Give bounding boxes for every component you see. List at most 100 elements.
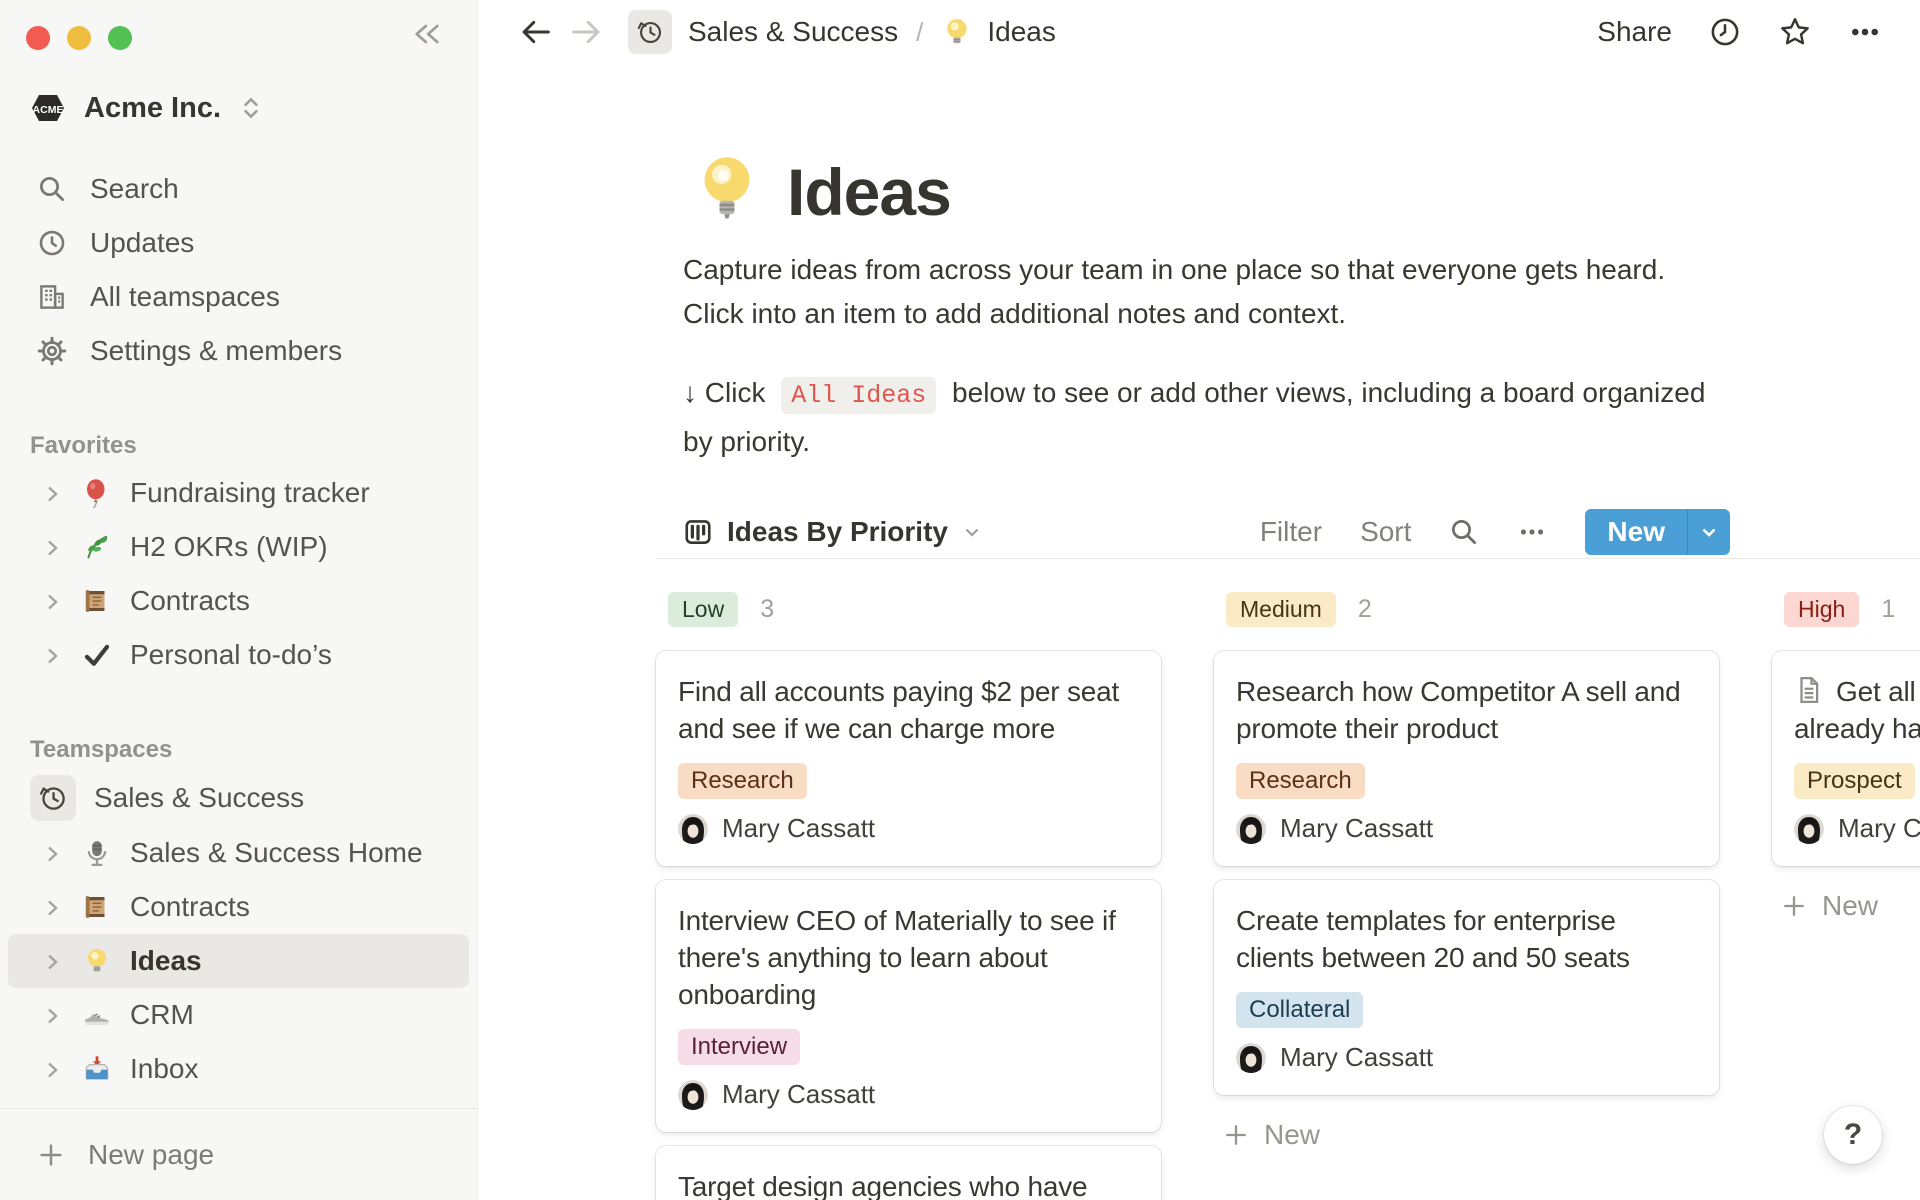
board-card[interactable]: Target design agencies who have xyxy=(656,1146,1161,1200)
sort-button[interactable]: Sort xyxy=(1360,516,1411,548)
sneaker-icon xyxy=(80,998,114,1032)
tag-research[interactable]: Research xyxy=(678,763,807,799)
person-name: Mary Cassatt xyxy=(722,1079,875,1110)
card-title: Create templates for enterprise clients … xyxy=(1236,902,1697,976)
card-title: Interview CEO of Materially to see if th… xyxy=(678,902,1139,1013)
page-title[interactable]: Ideas xyxy=(787,156,951,228)
sidebar-item-label: Contracts xyxy=(130,891,250,923)
add-card-button[interactable]: New xyxy=(1780,886,1920,926)
sidebar-item-personal-todos[interactable]: Personal to-do’s xyxy=(0,628,477,682)
column-header[interactable]: High 1 xyxy=(1784,591,1920,627)
sidebar-item-fundraising-tracker[interactable]: Fundraising tracker xyxy=(0,466,477,520)
zoom-window-button[interactable] xyxy=(108,26,132,50)
priority-pill-high[interactable]: High xyxy=(1784,592,1859,627)
priority-pill-medium[interactable]: Medium xyxy=(1226,592,1336,627)
minimize-window-button[interactable] xyxy=(67,26,91,50)
chevron-down-icon[interactable] xyxy=(1688,520,1730,544)
card-person: Mary Cassatt xyxy=(678,813,1139,844)
search-icon xyxy=(36,173,68,205)
tag-prospect[interactable]: Prospect xyxy=(1794,763,1915,799)
page-callout[interactable]: ↓ Click All Ideas below to see or add ot… xyxy=(683,370,1920,465)
callout-suffix-line-2: by priority. xyxy=(683,426,810,457)
sidebar-top xyxy=(0,0,477,64)
view-name[interactable]: Ideas By Priority xyxy=(727,516,948,548)
card-tags: Research xyxy=(678,763,1139,799)
back-arrow-icon[interactable] xyxy=(518,15,552,49)
updates-clock-icon[interactable] xyxy=(1708,15,1742,49)
board-column-medium: Medium 2 Research how Competitor A sell … xyxy=(1214,591,1719,1155)
history-clock-icon xyxy=(628,10,672,54)
workspace-switcher[interactable]: ACME Acme Inc. xyxy=(0,64,477,128)
sidebar-item-contracts-favorite[interactable]: Contracts xyxy=(0,574,477,628)
more-options-icon[interactable] xyxy=(1848,15,1882,49)
board-card[interactable]: Create templates for enterprise clients … xyxy=(1214,880,1719,1095)
star-icon[interactable] xyxy=(1778,15,1812,49)
sidebar-item-sales-success-home[interactable]: Sales & Success Home xyxy=(0,826,477,880)
board-card[interactable]: Find all accounts paying $2 per seat and… xyxy=(656,651,1161,866)
page-icon xyxy=(1794,675,1824,705)
priority-pill-low[interactable]: Low xyxy=(668,592,738,627)
sidebar: ACME Acme Inc. Search Updates All teamsp… xyxy=(0,0,478,1200)
breadcrumb-separator: / xyxy=(916,17,923,48)
tag-interview[interactable]: Interview xyxy=(678,1029,800,1065)
card-title-line-1: Get all xyxy=(1836,676,1916,707)
building-icon xyxy=(36,281,68,313)
scroll-icon xyxy=(80,584,114,618)
sidebar-item-contracts-teamspace[interactable]: Contracts xyxy=(0,880,477,934)
new-page-button[interactable]: New page xyxy=(0,1108,477,1200)
more-options-icon[interactable] xyxy=(1517,517,1547,547)
sidebar-item-search[interactable]: Search xyxy=(0,162,477,216)
chevron-right-icon[interactable] xyxy=(40,895,64,919)
sidebar-item-updates[interactable]: Updates xyxy=(0,216,477,270)
chevron-down-icon[interactable] xyxy=(960,520,984,544)
search-icon[interactable] xyxy=(1449,517,1479,547)
person-name: Mary Cassatt xyxy=(1280,813,1433,844)
person-name: Mary Cassatt xyxy=(1280,1042,1433,1073)
forward-arrow-icon[interactable] xyxy=(570,15,604,49)
sidebar-item-ideas[interactable]: Ideas xyxy=(8,934,469,988)
sidebar-item-h2-okrs[interactable]: H2 OKRs (WIP) xyxy=(0,520,477,574)
tag-research[interactable]: Research xyxy=(1236,763,1365,799)
sidebar-item-sales-success[interactable]: Sales & Success xyxy=(0,770,477,826)
board-card[interactable]: Interview CEO of Materially to see if th… xyxy=(656,880,1161,1132)
breadcrumb-teamspace[interactable]: Sales & Success xyxy=(688,16,898,48)
help-button[interactable]: ? xyxy=(1824,1106,1882,1164)
chevron-right-icon[interactable] xyxy=(40,1057,64,1081)
card-person: Mary Cassatt xyxy=(678,1079,1139,1110)
page-description[interactable]: Capture ideas from across your team in o… xyxy=(683,248,1920,336)
board-card[interactable]: Get all already ha Prospect Mary C xyxy=(1772,651,1920,866)
main-area: Sales & Success / Ideas Share xyxy=(478,0,1920,1200)
column-header[interactable]: Low 3 xyxy=(668,591,1161,627)
svg-text:ACME: ACME xyxy=(33,104,64,116)
sidebar-item-crm[interactable]: CRM xyxy=(0,988,477,1042)
new-record-label: New xyxy=(1585,516,1687,548)
sidebar-item-inbox[interactable]: Inbox xyxy=(0,1042,477,1096)
chevron-right-icon[interactable] xyxy=(40,535,64,559)
lightbulb-icon[interactable] xyxy=(695,150,759,228)
tag-collateral[interactable]: Collateral xyxy=(1236,992,1363,1028)
add-card-button[interactable]: New xyxy=(1222,1115,1719,1155)
sidebar-item-label: Sales & Success xyxy=(94,782,304,814)
favorites-header: Favorites xyxy=(0,426,477,466)
board-card[interactable]: Research how Competitor A sell and promo… xyxy=(1214,651,1719,866)
card-title-line-2: already ha xyxy=(1794,713,1920,744)
column-header[interactable]: Medium 2 xyxy=(1226,591,1719,627)
breadcrumb-page[interactable]: Ideas xyxy=(987,16,1056,48)
share-button[interactable]: Share xyxy=(1597,16,1672,48)
microphone-icon xyxy=(80,836,114,870)
chevron-right-icon[interactable] xyxy=(40,481,64,505)
sidebar-nav: Search Updates All teamspaces Settings &… xyxy=(0,162,477,378)
chevron-right-icon[interactable] xyxy=(40,643,64,667)
sidebar-item-all-teamspaces[interactable]: All teamspaces xyxy=(0,270,477,324)
chevron-right-icon[interactable] xyxy=(40,1003,64,1027)
filter-button[interactable]: Filter xyxy=(1260,516,1322,548)
new-record-button[interactable]: New xyxy=(1585,509,1730,555)
teamspaces-header: Teamspaces xyxy=(0,730,477,770)
chevron-right-icon[interactable] xyxy=(40,949,64,973)
chevron-right-icon[interactable] xyxy=(40,841,64,865)
acme-logo-icon: ACME xyxy=(28,88,68,128)
collapse-sidebar-icon[interactable] xyxy=(411,20,443,50)
chevron-right-icon[interactable] xyxy=(40,589,64,613)
sidebar-item-settings[interactable]: Settings & members xyxy=(0,324,477,378)
close-window-button[interactable] xyxy=(26,26,50,50)
